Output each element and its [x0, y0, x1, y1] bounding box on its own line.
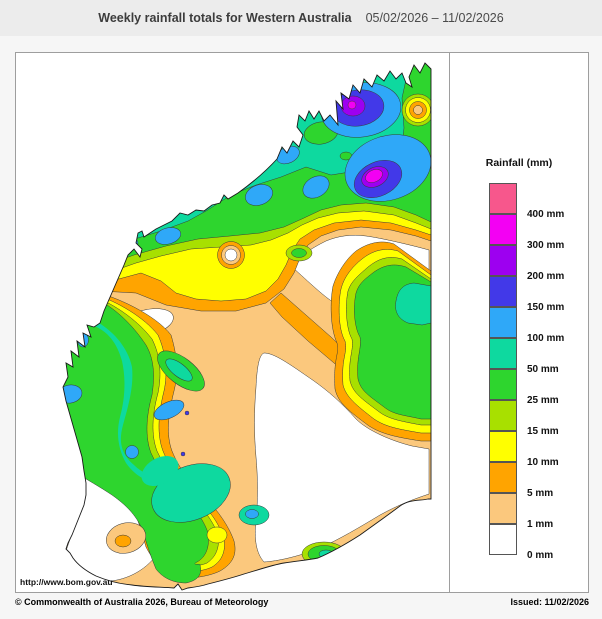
legend-label-5-mm: 5 mm: [527, 488, 554, 499]
copyright-text: © Commonwealth of Australia 2026, Bureau…: [15, 597, 269, 607]
legend-swatch-0-mm: [489, 524, 517, 555]
legend-label-400-mm: 400 mm: [527, 209, 565, 220]
legend-swatch-300-mm: [489, 214, 517, 245]
rainfall-contour-map: [62, 62, 432, 591]
legend-swatch-50-mm: [489, 338, 517, 369]
legend-swatch-100-mm: [489, 307, 517, 338]
legend-label-25-mm: 25 mm: [527, 395, 559, 406]
south-coast-green-blob: [301, 541, 347, 567]
legend-label-200-mm: 200 mm: [527, 271, 565, 282]
legend-label-15-mm: 15 mm: [527, 426, 559, 437]
legend-swatch-25-mm: [489, 369, 517, 400]
legend-swatch-15-mm: [489, 400, 517, 431]
bom-url-label: http://www.bom.gov.au: [20, 577, 113, 587]
legend-swatch-400-mm: [489, 183, 517, 214]
rainfall-map-panel: http://www.bom.gov.au: [15, 52, 450, 593]
central-green-patch: [285, 244, 313, 262]
legend-swatch-200-mm: [489, 245, 517, 276]
legend-label-50-mm: 50 mm: [527, 364, 559, 375]
northeast-bullseye: [401, 93, 431, 127]
legend-title: Rainfall (mm): [485, 157, 553, 169]
page-title: Weekly rainfall totals for Western Austr…: [98, 11, 352, 25]
title-bar: Weekly rainfall totals for Western Austr…: [0, 0, 602, 36]
legend-panel: Rainfall (mm) 400 mm 300 mm 200 mm 150 mm 10…: [449, 52, 589, 593]
legend-label-300-mm: 300 mm: [527, 240, 565, 251]
legend-swatch-10-mm: [489, 431, 517, 462]
issued-date: Issued: 11/02/2026: [510, 597, 589, 607]
legend-label-150-mm: 150 mm: [527, 302, 565, 313]
legend-label-0-mm: 0 mm: [527, 550, 554, 561]
legend-swatch-150-mm: [489, 276, 517, 307]
legend-label-10-mm: 10 mm: [527, 457, 559, 468]
central-ring-bullseye: [217, 241, 245, 269]
legend-label-1-mm: 1 mm: [527, 519, 554, 530]
legend-swatch-5-mm: [489, 462, 517, 493]
legend-label-100-mm: 100 mm: [527, 333, 565, 344]
date-range: 05/02/2026 – 11/02/2026: [365, 11, 504, 25]
legend-swatch-1-mm: [489, 493, 517, 524]
